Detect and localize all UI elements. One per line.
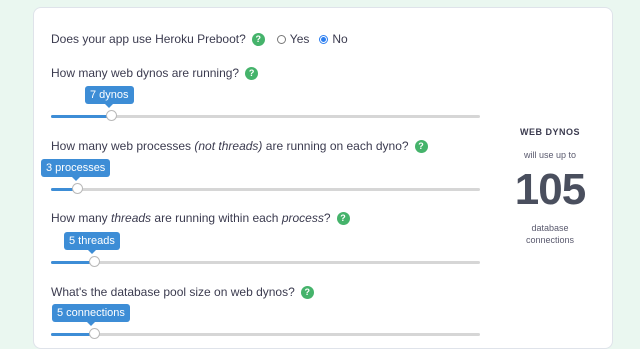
slider-fill	[51, 115, 111, 118]
summary-footer-line2: connections	[525, 235, 575, 245]
dynos-slider-thumb[interactable]	[106, 110, 117, 121]
summary-footer-line1: database	[531, 223, 569, 233]
help-icon[interactable]: ?	[336, 211, 350, 225]
preboot-yes-radio[interactable]: Yes	[276, 31, 310, 47]
connection-count: 105	[514, 165, 586, 214]
help-icon[interactable]: ?	[251, 32, 265, 46]
preboot-label: Does your app use Heroku Preboot?	[51, 32, 246, 46]
summary-subtitle: will use up to	[523, 150, 577, 160]
pool-question: What's the database pool size on web dyn…	[51, 284, 314, 300]
threads-slider[interactable]	[51, 256, 480, 267]
dynos-label: How many web dynos are running?	[51, 66, 240, 80]
threads-label-em2: process	[281, 211, 324, 225]
preboot-no-radio[interactable]: No	[319, 31, 348, 47]
processes-value-bubble: 3 processes	[41, 159, 111, 181]
pool-value-bubble: 5 connections	[52, 304, 130, 326]
threads-slider-thumb[interactable]	[89, 256, 100, 267]
radio-checked-icon	[319, 34, 329, 44]
radio-circle-icon	[276, 34, 286, 44]
threads-label-before: How many	[51, 211, 112, 225]
pool-slider-thumb[interactable]	[89, 328, 100, 339]
summary-footer: database connections	[500, 222, 600, 246]
preboot-question: Does your app use Heroku Preboot? ? Yes …	[51, 31, 348, 47]
processes-question: How many web processes (not threads) are…	[51, 138, 428, 154]
slider-fill	[51, 261, 94, 264]
help-icon[interactable]: ?	[300, 285, 314, 299]
preboot-no-label: No	[332, 32, 348, 46]
help-icon[interactable]: ?	[414, 139, 428, 153]
processes-label-before: How many web processes	[51, 139, 195, 153]
dynos-question: How many web dynos are running? ?	[51, 65, 259, 81]
help-icon[interactable]: ?	[245, 66, 259, 80]
threads-label-em: threads	[111, 211, 152, 225]
threads-label-after: ?	[323, 211, 331, 225]
summary-title: WEB DYNOS	[519, 127, 580, 137]
threads-question: How many threads are running within each…	[51, 210, 350, 226]
threads-value-bubble: 5 threads	[64, 232, 120, 254]
processes-label-after: are running on each dyno?	[262, 139, 409, 153]
processes-slider-thumb[interactable]	[72, 183, 83, 194]
threads-label-mid: are running within each	[151, 211, 282, 225]
processes-label-em: (not threads)	[194, 139, 263, 153]
dynos-value-bubble: 7 dynos	[85, 86, 134, 108]
preboot-yes-label: Yes	[289, 32, 310, 46]
dynos-slider[interactable]	[51, 110, 480, 121]
processes-slider[interactable]	[51, 183, 480, 194]
pool-label: What's the database pool size on web dyn…	[51, 285, 295, 299]
